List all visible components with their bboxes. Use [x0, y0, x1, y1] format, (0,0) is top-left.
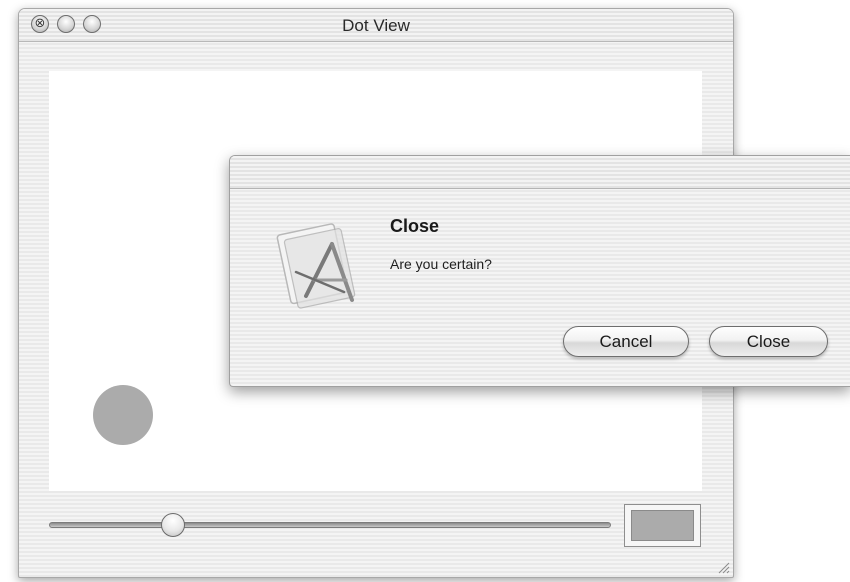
close-button[interactable]: Close [709, 326, 828, 357]
window-title: Dot View [342, 16, 410, 35]
close-confirmation-sheet: Close Are you certain? Cancel Close [229, 155, 850, 387]
color-well[interactable] [624, 504, 701, 547]
cancel-button[interactable]: Cancel [563, 326, 689, 357]
slider-thumb[interactable] [160, 513, 185, 537]
sheet-top-bar [230, 156, 850, 189]
dialog-heading: Close [390, 216, 440, 236]
color-swatch [631, 510, 694, 541]
title-bar[interactable]: ⊗ Dot View [19, 9, 733, 42]
dialog-message: Are you certain? [390, 256, 492, 272]
radius-slider[interactable] [49, 522, 611, 528]
app-icon [276, 223, 356, 309]
resize-grip-icon[interactable] [717, 561, 730, 574]
dot [93, 385, 153, 445]
